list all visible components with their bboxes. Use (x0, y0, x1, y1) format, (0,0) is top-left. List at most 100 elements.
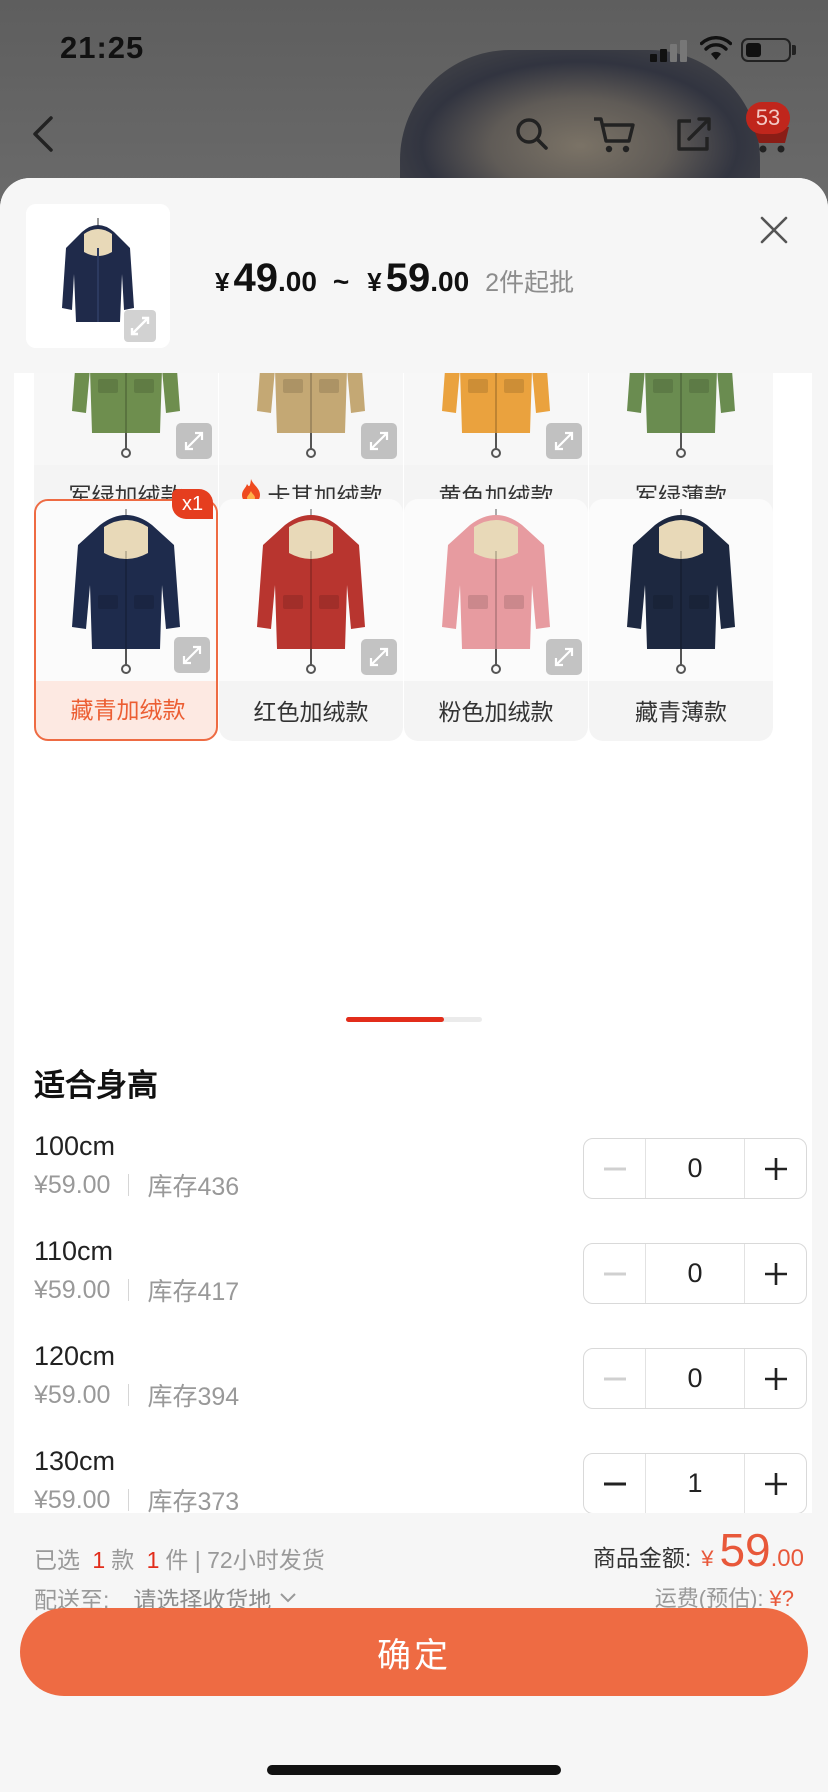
meta-divider (128, 1384, 130, 1406)
wifi-icon (700, 36, 732, 60)
cart-icon[interactable] (584, 104, 644, 164)
size-meta: ¥59.00 库存436 (34, 1167, 239, 1203)
color-option-text: 红色加绒款 (253, 699, 369, 725)
price-range: ¥ 49 .00 ~ ¥ 59 .00 2件起批 (215, 256, 574, 301)
size-stock: 库存394 (147, 1383, 240, 1411)
battery-tip (792, 45, 796, 55)
cart-count-badge: 53 (746, 102, 790, 134)
size-meta: ¥59.00 库存394 (34, 1377, 239, 1413)
color-option-image (589, 499, 773, 681)
carousel-pager (346, 1017, 482, 1022)
styles-unit: 款 (111, 1547, 135, 1573)
size-stock: 库存436 (147, 1173, 240, 1201)
color-option-label: 藏青加绒款 (36, 677, 216, 739)
size-meta: ¥59.00 库存417 (34, 1272, 239, 1308)
product-thumbnail[interactable] (26, 204, 170, 348)
price-max-int: 59 (385, 256, 431, 300)
pieces-unit: 件 | 72小时发货 (165, 1547, 325, 1573)
size-name: 110cm (34, 1236, 114, 1266)
size-row: 120cm ¥59.00 库存394 0 (34, 1341, 807, 1441)
expand-image-icon[interactable] (546, 639, 582, 675)
freight-value: ¥? (769, 1586, 794, 1611)
quantity-stepper: 1 (583, 1453, 807, 1513)
share-icon[interactable] (664, 104, 724, 164)
price-currency: ¥ (215, 267, 230, 297)
meta-divider (128, 1174, 130, 1196)
increase-button[interactable] (745, 1139, 806, 1198)
color-option-label: 粉色加绒款 (404, 679, 588, 741)
minimum-order-quantity: 2件起批 (485, 269, 575, 297)
decrease-button[interactable] (584, 1244, 645, 1303)
size-section-title: 适合身高 (34, 1068, 158, 1103)
quantity-stepper: 0 (583, 1348, 807, 1409)
expand-image-icon[interactable] (174, 637, 210, 673)
color-option-text: 藏青加绒款 (70, 697, 186, 723)
color-option-card[interactable]: 红色加绒款 (219, 499, 403, 741)
selected-prefix: 已选 (34, 1547, 80, 1573)
price-min-dec: .00 (277, 266, 317, 297)
plus-icon (764, 1472, 787, 1495)
size-row: 100cm ¥59.00 库存436 0 (34, 1131, 807, 1231)
quantity-value[interactable]: 0 (645, 1139, 745, 1198)
carousel-pager-indicator (346, 1017, 444, 1022)
size-price: ¥59.00 (34, 1485, 111, 1514)
minus-icon (603, 1482, 626, 1485)
color-option-text: 藏青薄款 (635, 699, 727, 725)
size-price: ¥59.00 (34, 1275, 111, 1304)
size-meta: ¥59.00 库存373 (34, 1482, 240, 1514)
quantity-value[interactable]: 0 (645, 1349, 745, 1408)
color-option-text: 粉色加绒款 (438, 699, 554, 725)
expand-image-icon[interactable] (176, 423, 212, 459)
meta-divider (128, 1489, 130, 1511)
minus-icon (603, 1377, 626, 1380)
increase-button[interactable] (745, 1244, 806, 1303)
price-max-dec: .00 (430, 266, 470, 297)
size-stock: 库存373 (147, 1488, 240, 1513)
size-name: 100cm (34, 1131, 116, 1161)
selected-styles-count: 1 (92, 1547, 106, 1573)
plus-icon (764, 1367, 787, 1390)
confirm-button[interactable]: 确定 (20, 1608, 808, 1696)
close-icon[interactable] (754, 210, 794, 250)
plus-icon (764, 1157, 787, 1180)
decrease-button[interactable] (584, 1349, 645, 1408)
decrease-button[interactable] (584, 1454, 645, 1513)
total-dec: .00 (770, 1545, 804, 1572)
total-int: 59 (719, 1524, 771, 1576)
size-name: 120cm (34, 1341, 116, 1371)
quantity-value[interactable]: 0 (645, 1244, 745, 1303)
price-currency-max: ¥ (367, 267, 382, 297)
size-name: 130cm (34, 1446, 116, 1476)
color-option-label: 红色加绒款 (219, 679, 403, 741)
color-option-card[interactable]: 藏青加绒款 (34, 499, 218, 741)
color-option-card[interactable]: 粉色加绒款 (404, 499, 588, 741)
quantity-value[interactable]: 1 (645, 1454, 745, 1513)
sheet-body: 军绿加绒款 卡其加绒款 黄色加绒款 军绿薄款 藏青加绒款 x1 红色加绒款 粉色加绒款 藏青薄款… (14, 373, 812, 1513)
color-option-card[interactable]: 藏青薄款 (589, 499, 773, 741)
selected-pieces-count: 1 (146, 1547, 160, 1573)
decrease-button[interactable] (584, 1139, 645, 1198)
total-currency: ¥ (701, 1546, 714, 1571)
status-bar: 21:25 (0, 0, 828, 100)
selected-count-badge: x1 (172, 489, 214, 519)
size-row: 130cm ¥59.00 库存373 1 (34, 1446, 807, 1514)
expand-image-icon[interactable] (546, 423, 582, 459)
selection-summary: 已选 1款 1件 | 72小时发货 (34, 1541, 325, 1575)
quantity-stepper: 0 (583, 1138, 807, 1199)
battery-icon (741, 38, 791, 62)
order-summary: 已选 1款 1件 | 72小时发货 配送至: 请选择收货地 商品金额: ¥ 59… (0, 1513, 828, 1792)
total-label: 商品金额: (592, 1545, 692, 1571)
quantity-stepper: 0 (583, 1243, 807, 1304)
expand-image-icon[interactable] (361, 639, 397, 675)
color-option-image (589, 373, 773, 465)
size-stock: 库存417 (147, 1278, 240, 1306)
chevron-down-icon (280, 1593, 297, 1603)
search-icon[interactable] (502, 104, 562, 164)
cellular-signal-icon (650, 40, 690, 62)
increase-button[interactable] (745, 1454, 806, 1513)
back-icon[interactable] (14, 104, 74, 164)
expand-image-icon[interactable] (361, 423, 397, 459)
increase-button[interactable] (745, 1349, 806, 1408)
minus-icon (603, 1167, 626, 1170)
status-time: 21:25 (60, 30, 145, 65)
